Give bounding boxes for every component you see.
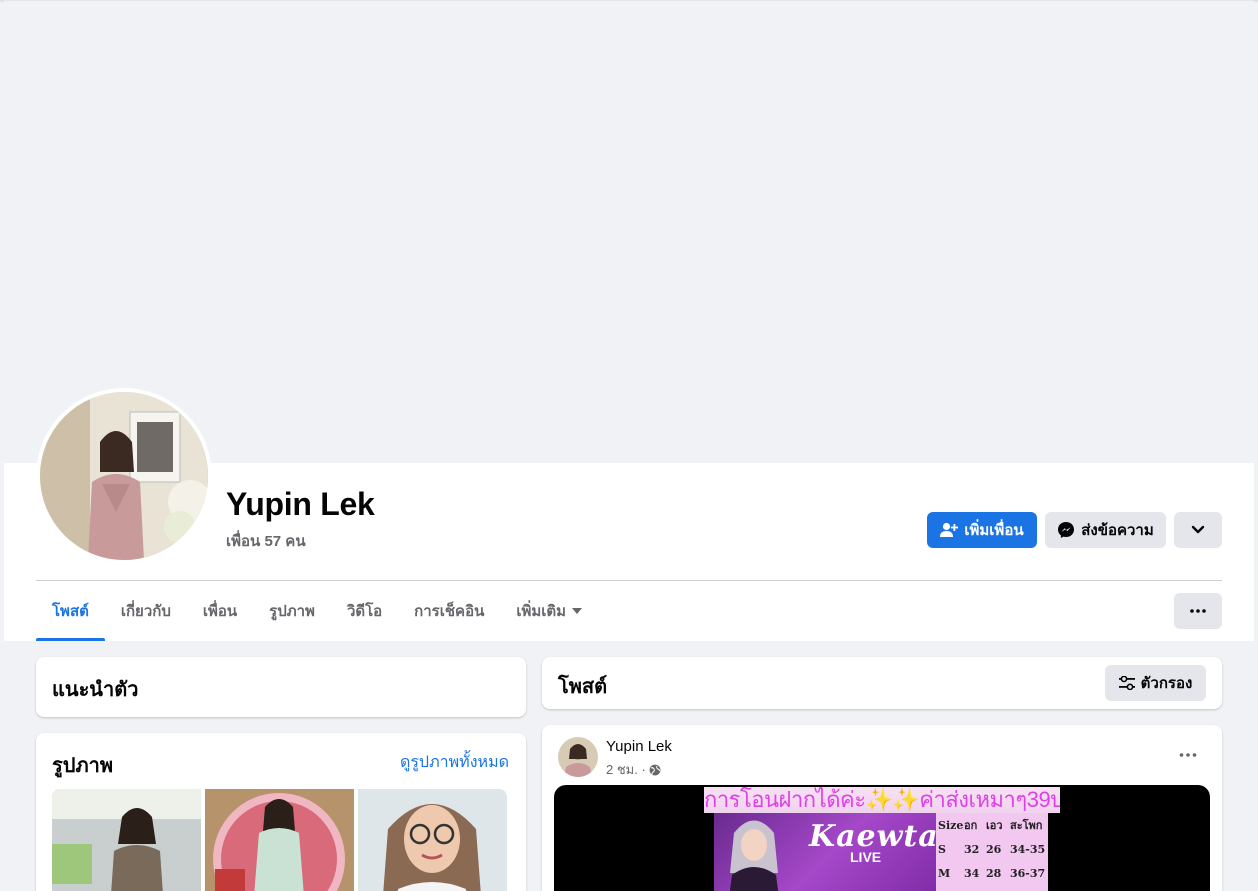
post-options-button[interactable] xyxy=(1170,737,1206,773)
size-chart-row: Size อก เอว สะโพก xyxy=(936,813,1048,837)
globe-icon xyxy=(649,764,661,775)
header-divider xyxy=(36,580,1222,581)
tab-more[interactable]: เพิ่มเติม xyxy=(500,582,598,640)
banner-text: การโอนฝากได้ค่ะ✨✨ค่าส่งเหมาๆ39บ xyxy=(704,787,1060,813)
size-cell: S xyxy=(938,842,946,856)
tab-posts[interactable]: โพสต์ xyxy=(36,582,105,641)
posts-title: โพสต์ xyxy=(558,676,608,698)
profile-options-button[interactable] xyxy=(1174,512,1222,548)
photos-title[interactable]: รูปภาพ xyxy=(52,749,113,781)
tab-label: รูปภาพ xyxy=(269,603,315,620)
size-cell: Size xyxy=(938,818,964,832)
cover-photo[interactable] xyxy=(4,0,1254,463)
tab-about[interactable]: เกี่ยวกับ xyxy=(105,582,187,640)
sliders-icon xyxy=(1118,676,1135,690)
tab-videos[interactable]: วิดีโอ xyxy=(331,582,398,640)
photos-card: รูปภาพ ดูรูปภาพทั้งหมด xyxy=(36,733,526,891)
chevron-down-icon xyxy=(1191,525,1205,534)
size-cell: 34 xyxy=(964,866,980,880)
photo-thumbnail[interactable] xyxy=(358,789,507,891)
tab-label: เพื่อน xyxy=(202,603,238,620)
size-cell: 32 xyxy=(964,842,980,856)
shop-live-text: LIVE xyxy=(850,849,882,865)
size-cell: 36-37 xyxy=(1010,866,1046,880)
tab-label: โพสต์ xyxy=(52,603,89,620)
size-chart-row: S 32 26 34-35 xyxy=(936,837,1048,861)
size-chart: Size อก เอว สะโพก S 32 26 34-35 M 34 28 … xyxy=(936,813,1048,891)
add-friend-button[interactable]: เพิ่มเพื่อน xyxy=(927,512,1037,548)
size-cell: 34-35 xyxy=(1010,842,1046,856)
see-all-photos-link[interactable]: ดูรูปภาพทั้งหมด xyxy=(400,750,509,775)
size-cell: สะโพก xyxy=(1010,819,1043,832)
filter-label: ตัวกรอง xyxy=(1140,675,1193,692)
photo-thumbnail[interactable] xyxy=(52,789,201,891)
size-cell: 28 xyxy=(986,866,1002,880)
size-cell: M xyxy=(938,866,951,880)
size-cell: อก xyxy=(964,819,978,832)
friends-count[interactable]: เพื่อน 57 คน xyxy=(226,529,306,553)
post-card: Yupin Lek 2 ชม. · การโอนฝากได้ค่ะ✨✨ค่าส่… xyxy=(542,725,1222,891)
tab-label: การเช็คอิน xyxy=(414,603,485,620)
intro-card: แนะนำตัว xyxy=(36,657,526,717)
size-cell: 26 xyxy=(986,842,1002,856)
profile-picture[interactable] xyxy=(36,388,212,564)
post-author-avatar[interactable] xyxy=(558,737,598,777)
size-cell: เอว xyxy=(986,819,1003,832)
ellipsis-icon xyxy=(1190,609,1206,613)
tab-friends[interactable]: เพื่อน xyxy=(187,582,253,640)
profile-name: Yupin Lek xyxy=(226,486,375,522)
message-label: ส่งข้อความ xyxy=(1081,522,1154,539)
ellipsis-icon xyxy=(1179,753,1197,757)
profile-tabs: โพสต์ เกี่ยวกับ เพื่อน รูปภาพ วิดีโอ การ… xyxy=(36,582,598,641)
tabs-more-button[interactable] xyxy=(1174,593,1222,629)
post-time-text[interactable]: 2 ชม. · xyxy=(606,759,646,780)
posts-header-card: โพสต์ ตัวกรอง xyxy=(542,657,1222,709)
photo-thumbnail[interactable] xyxy=(205,789,354,891)
intro-title: แนะนำตัว xyxy=(52,679,139,701)
tab-label: เกี่ยวกับ xyxy=(120,603,171,620)
tab-label: วิดีโอ xyxy=(346,603,383,620)
caret-down-icon xyxy=(572,608,583,614)
tab-checkins[interactable]: การเช็คอิน xyxy=(398,582,500,640)
messenger-icon xyxy=(1058,522,1075,538)
filter-button[interactable]: ตัวกรอง xyxy=(1105,665,1206,701)
size-chart-row: M 34 28 36-37 xyxy=(936,861,1048,885)
add-friend-label: เพิ่มเพื่อน xyxy=(964,522,1024,539)
post-image[interactable]: การโอนฝากได้ค่ะ✨✨ค่าส่งเหมาๆ39บ Kaewta L… xyxy=(554,785,1210,891)
tab-label: เพิ่มเติม xyxy=(516,603,567,620)
post-author-name[interactable]: Yupin Lek xyxy=(606,738,672,755)
tab-photos[interactable]: รูปภาพ xyxy=(253,582,331,640)
post-timestamp: 2 ชม. · xyxy=(606,759,661,780)
message-button[interactable]: ส่งข้อความ xyxy=(1045,512,1166,548)
person-plus-icon xyxy=(940,522,959,537)
